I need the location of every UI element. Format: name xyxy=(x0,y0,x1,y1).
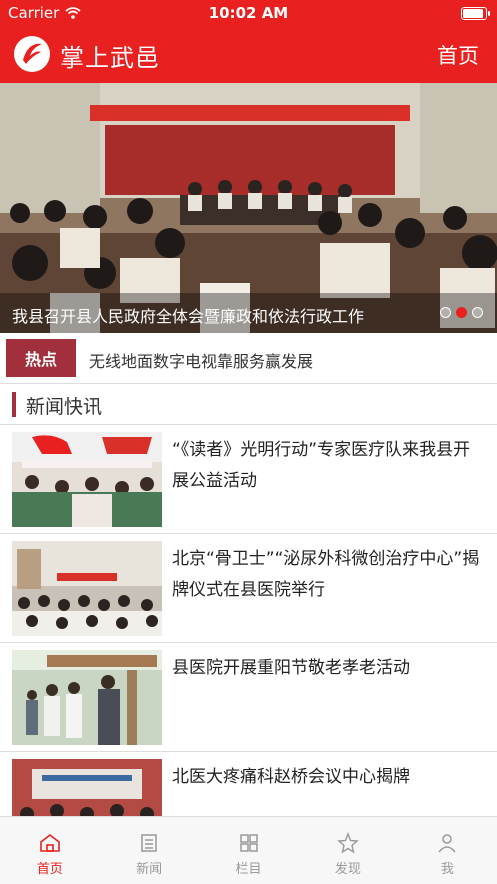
carousel-dot[interactable] xyxy=(456,307,467,318)
tab-home[interactable]: 首页 xyxy=(0,817,99,884)
hot-news-strip[interactable]: 热点 无线地面数字电视靠服务赢发展 xyxy=(0,333,497,383)
news-title: 北医大疼痛科赵桥会议中心揭牌 xyxy=(172,767,410,787)
banner-caption-bar: 我县召开县人民政府全体会暨廉政和依法行政工作 xyxy=(0,293,497,333)
tab-news[interactable]: 新闻 xyxy=(99,817,198,884)
tab-bar: 首页 新闻 栏目 发现 我 xyxy=(0,816,497,884)
battery-fill xyxy=(463,9,483,18)
carousel-pager[interactable] xyxy=(440,307,483,318)
home-link[interactable]: 首页 xyxy=(437,40,479,70)
person-icon xyxy=(438,834,456,853)
news-title: “《读者》光明行动”专家医疗队来我县开展公益活动 xyxy=(172,440,471,491)
clock: 10:02 AM xyxy=(208,4,289,22)
tab-discover[interactable]: 发现 xyxy=(298,817,397,884)
news-item[interactable]: 北京“骨卫士”“泌尿外科微创治疗中心”揭牌仪式在县医院举行 xyxy=(0,534,497,642)
tab-label: 发现 xyxy=(334,862,361,877)
app-logo-icon xyxy=(14,36,50,72)
grid-icon xyxy=(239,834,258,852)
news-item[interactable]: “《读者》光明行动”专家医疗队来我县开展公益活动 xyxy=(0,425,497,533)
tab-columns[interactable]: 栏目 xyxy=(199,817,298,884)
tab-label: 栏目 xyxy=(235,862,262,877)
hot-headline[interactable]: 无线地面数字电视靠服务赢发展 xyxy=(89,348,313,372)
section-title: 新闻快讯 xyxy=(26,396,103,418)
discover-icon xyxy=(337,832,359,854)
news-thumbnail xyxy=(12,541,162,636)
status-bar: Carrier 10:02 AM xyxy=(0,0,497,26)
tab-label: 首页 xyxy=(36,862,63,877)
tab-me[interactable]: 我 xyxy=(398,817,497,884)
news-title: 县医院开展重阳节敬老孝老活动 xyxy=(172,658,410,678)
news-item[interactable]: 县医院开展重阳节敬老孝老活动 xyxy=(0,643,497,751)
battery-icon xyxy=(461,7,490,20)
tab-label: 新闻 xyxy=(136,862,163,877)
carousel-dot[interactable] xyxy=(440,307,451,318)
home-icon xyxy=(39,833,60,852)
banner-caption: 我县召开县人民政府全体会暨廉政和依法行政工作 xyxy=(12,307,365,326)
section-header: 新闻快讯 xyxy=(0,384,497,424)
news-title: 北京“骨卫士”“泌尿外科微创治疗中心”揭牌仪式在县医院举行 xyxy=(172,549,480,600)
app-title: 掌上武邑 xyxy=(60,44,160,72)
news-thumbnail xyxy=(12,432,162,527)
news-thumbnail xyxy=(12,650,162,745)
tab-label: 我 xyxy=(440,862,454,877)
hot-badge: 热点 xyxy=(6,339,76,377)
section-accent-bar xyxy=(12,392,16,417)
carousel-dot[interactable] xyxy=(472,307,483,318)
news-icon xyxy=(141,834,157,852)
navigation-bar: 掌上武邑 首页 xyxy=(0,26,497,83)
banner-carousel[interactable]: 我县召开县人民政府全体会暨廉政和依法行政工作 xyxy=(0,83,497,333)
